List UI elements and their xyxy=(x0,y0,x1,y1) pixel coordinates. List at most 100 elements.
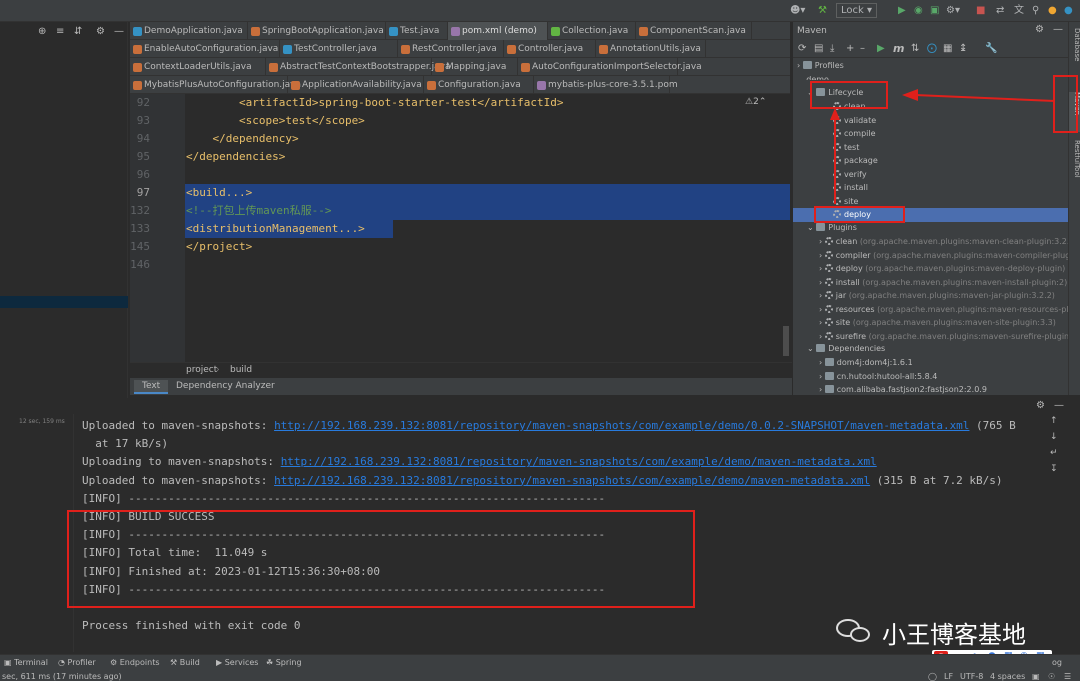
breadcrumb-item[interactable]: project xyxy=(186,365,217,375)
editor-tab[interactable]: Controller.java xyxy=(504,40,596,58)
plugin-item[interactable]: › clean (org.apache.maven.plugins:maven-… xyxy=(819,236,1068,248)
profile-icon[interactable]: ⚙▾ xyxy=(946,3,960,19)
scroll-down-icon[interactable]: ↓ xyxy=(1050,432,1058,442)
editor-tab[interactable]: RestController.java xyxy=(398,40,504,58)
settings-icon[interactable]: ⚙ xyxy=(96,26,105,37)
line-separator[interactable]: LF xyxy=(944,672,953,681)
editor-tab[interactable]: TestController.java xyxy=(280,40,398,58)
tab-text[interactable]: Text xyxy=(134,380,169,394)
tree-plugins[interactable]: ⌄ Plugins xyxy=(807,222,857,234)
editor-tab[interactable]: ContextLoaderUtils.java xyxy=(130,58,266,76)
editor-tab[interactable]: Test.java xyxy=(386,22,448,40)
debug-icon[interactable]: ◉ xyxy=(914,3,923,19)
warning-indicator[interactable]: ⚠2⌃ xyxy=(745,97,766,107)
code-line: <scope>test</scope> xyxy=(186,114,365,127)
soft-wrap-icon[interactable]: ↵ xyxy=(1050,448,1058,458)
plugin-item[interactable]: › surefire (org.apache.maven.plugins:mav… xyxy=(819,331,1068,343)
translate-icon[interactable]: 文 xyxy=(1014,3,1024,19)
encoding[interactable]: UTF-8 xyxy=(960,672,983,681)
download-icon[interactable]: ⤓ xyxy=(830,43,834,54)
plugin-item[interactable]: › install (org.apache.maven.plugins:mave… xyxy=(819,277,1067,289)
stop-icon[interactable]: ■ xyxy=(976,3,985,19)
selected-tree-row[interactable] xyxy=(0,296,128,308)
editor-tab[interactable]: AutoConfigurationImportSelector.java xyxy=(518,58,702,76)
coverage-icon[interactable]: ▣ xyxy=(930,3,939,19)
generate-sources-icon[interactable]: ▤ xyxy=(814,43,823,54)
tool-tab-services[interactable]: ▶ Services xyxy=(216,658,258,667)
run-icon[interactable]: ▶ xyxy=(877,43,885,54)
git-icon[interactable]: ☉ xyxy=(1048,672,1055,681)
update-icon[interactable]: ● xyxy=(1048,3,1057,19)
plugin-item[interactable]: › compiler (org.apache.maven.plugins:mav… xyxy=(819,250,1068,262)
collapse-icon[interactable]: ≡ xyxy=(56,26,64,37)
scroll-end-icon[interactable]: ↧ xyxy=(1050,464,1058,474)
status-message: sec, 611 ms (17 minutes ago) xyxy=(2,672,122,681)
tree-dependencies[interactable]: ⌄ Dependencies xyxy=(807,343,885,355)
indent[interactable]: 4 spaces xyxy=(990,672,1025,681)
event-log-tab[interactable]: og xyxy=(1052,658,1062,667)
toggle-offline-icon[interactable]: ⇅ xyxy=(911,43,919,54)
memory-icon[interactable]: ☰ xyxy=(1064,672,1071,681)
tree-profiles[interactable]: › Profiles xyxy=(797,60,844,72)
console-link[interactable]: http://192.168.239.132:8081/repository/m… xyxy=(274,474,870,487)
hide-icon[interactable]: — xyxy=(114,26,124,37)
editor-scrollbar[interactable] xyxy=(783,326,789,356)
console-link[interactable]: http://192.168.239.132:8081/repository/m… xyxy=(274,419,969,432)
collapse-all-icon[interactable]: ↨ xyxy=(959,43,967,54)
plugin-item[interactable]: › site (org.apache.maven.plugins:maven-s… xyxy=(819,317,1056,329)
run-icon[interactable]: ▶ xyxy=(898,3,906,19)
dependency-item[interactable]: › com.alibaba.fastjson2:fastjson2:2.0.9 xyxy=(819,384,987,396)
editor-tab[interactable]: Collection.java xyxy=(548,22,636,40)
editor-tab[interactable]: Configuration.java xyxy=(424,76,534,94)
vcs-icon[interactable]: ⇄ xyxy=(996,3,1004,19)
editor-tab[interactable]: AnnotationUtils.java xyxy=(596,40,706,58)
editor-tab[interactable]: MybatisPlusAutoConfiguration.java xyxy=(130,76,301,94)
console-link[interactable]: http://192.168.239.132:8081/repository/m… xyxy=(281,455,877,468)
dependency-item[interactable]: › cn.hutool:hutool-all:5.8.4 xyxy=(819,371,937,383)
skip-tests-icon[interactable]: ⨀ xyxy=(927,43,937,54)
breadcrumb-item[interactable]: build xyxy=(230,365,252,375)
settings-icon[interactable]: ⚙ xyxy=(1035,24,1044,35)
hide-icon[interactable]: — xyxy=(1053,24,1063,35)
editor-tab[interactable]: ComponentScan.java xyxy=(636,22,752,40)
lock-icon[interactable]: ▣ xyxy=(1032,672,1040,681)
settings-icon[interactable]: ⚙ xyxy=(1036,400,1045,411)
tool-tab-profiler[interactable]: ◔ Profiler xyxy=(58,658,96,667)
tool-tab-terminal[interactable]: ▣ Terminal xyxy=(4,658,48,667)
run-config-dropdown[interactable]: Lock ▾ xyxy=(836,3,878,18)
execute-goal-icon[interactable]: m xyxy=(893,42,904,55)
search-icon[interactable]: ⚲ xyxy=(1032,3,1039,19)
restfultool-side-tab[interactable]: RestfulTool xyxy=(1069,140,1080,188)
dependency-item[interactable]: › dom4j:dom4j:1.6.1 xyxy=(819,357,913,369)
line-number: 145 xyxy=(130,240,150,253)
editor-tab[interactable]: EnableAutoConfiguration.java xyxy=(130,40,280,58)
plugin-item[interactable]: › resources (org.apache.maven.plugins:ma… xyxy=(819,304,1068,316)
editor-tab[interactable]: ApplicationAvailability.java xyxy=(288,76,424,94)
show-dependencies-icon[interactable]: ▦ xyxy=(943,43,952,54)
expand-icon[interactable]: ⇵ xyxy=(74,26,82,37)
hide-icon[interactable]: — xyxy=(1054,400,1064,411)
tool-tab-spring[interactable]: ☘ Spring xyxy=(266,658,302,667)
tab-label: AnnotationUtils.java xyxy=(610,44,701,54)
file-type-icon xyxy=(521,63,530,72)
editor-tab[interactable]: SpringBootApplication.java xyxy=(248,22,386,40)
hammer-icon[interactable]: ⚒ xyxy=(818,3,827,19)
editor-tab[interactable]: mybatis-plus-core-3.5.1.pom xyxy=(534,76,678,94)
plugin-icon[interactable]: ● xyxy=(1064,3,1073,19)
tool-tab-build[interactable]: ⚒ Build xyxy=(170,658,200,667)
editor-tab[interactable]: DemoApplication.java xyxy=(130,22,248,40)
editor-tab[interactable]: AbstractTestContextBootstrapper.java xyxy=(266,58,450,76)
user-icon[interactable]: ☻▾ xyxy=(790,3,805,19)
scroll-up-icon[interactable]: ↑ xyxy=(1050,416,1058,426)
reload-icon[interactable]: ⟳ xyxy=(798,43,806,54)
tab-dependency-analyzer[interactable]: Dependency Analyzer xyxy=(176,381,275,391)
plugin-item[interactable]: › jar (org.apache.maven.plugins:maven-ja… xyxy=(819,290,1055,302)
add-icon[interactable]: + xyxy=(846,43,854,54)
wrench-icon[interactable]: 🔧 xyxy=(985,43,997,54)
editor-tab[interactable]: pom.xml (demo) xyxy=(448,22,548,40)
tool-tab-endpoints[interactable]: ⚙ Endpoints xyxy=(110,658,160,667)
target-icon[interactable]: ⊕ xyxy=(38,26,46,37)
editor-tab[interactable]: Mapping.java xyxy=(432,58,518,76)
plugin-item[interactable]: › deploy (org.apache.maven.plugins:maven… xyxy=(819,263,1065,275)
minus-icon[interactable]: – xyxy=(860,43,865,54)
